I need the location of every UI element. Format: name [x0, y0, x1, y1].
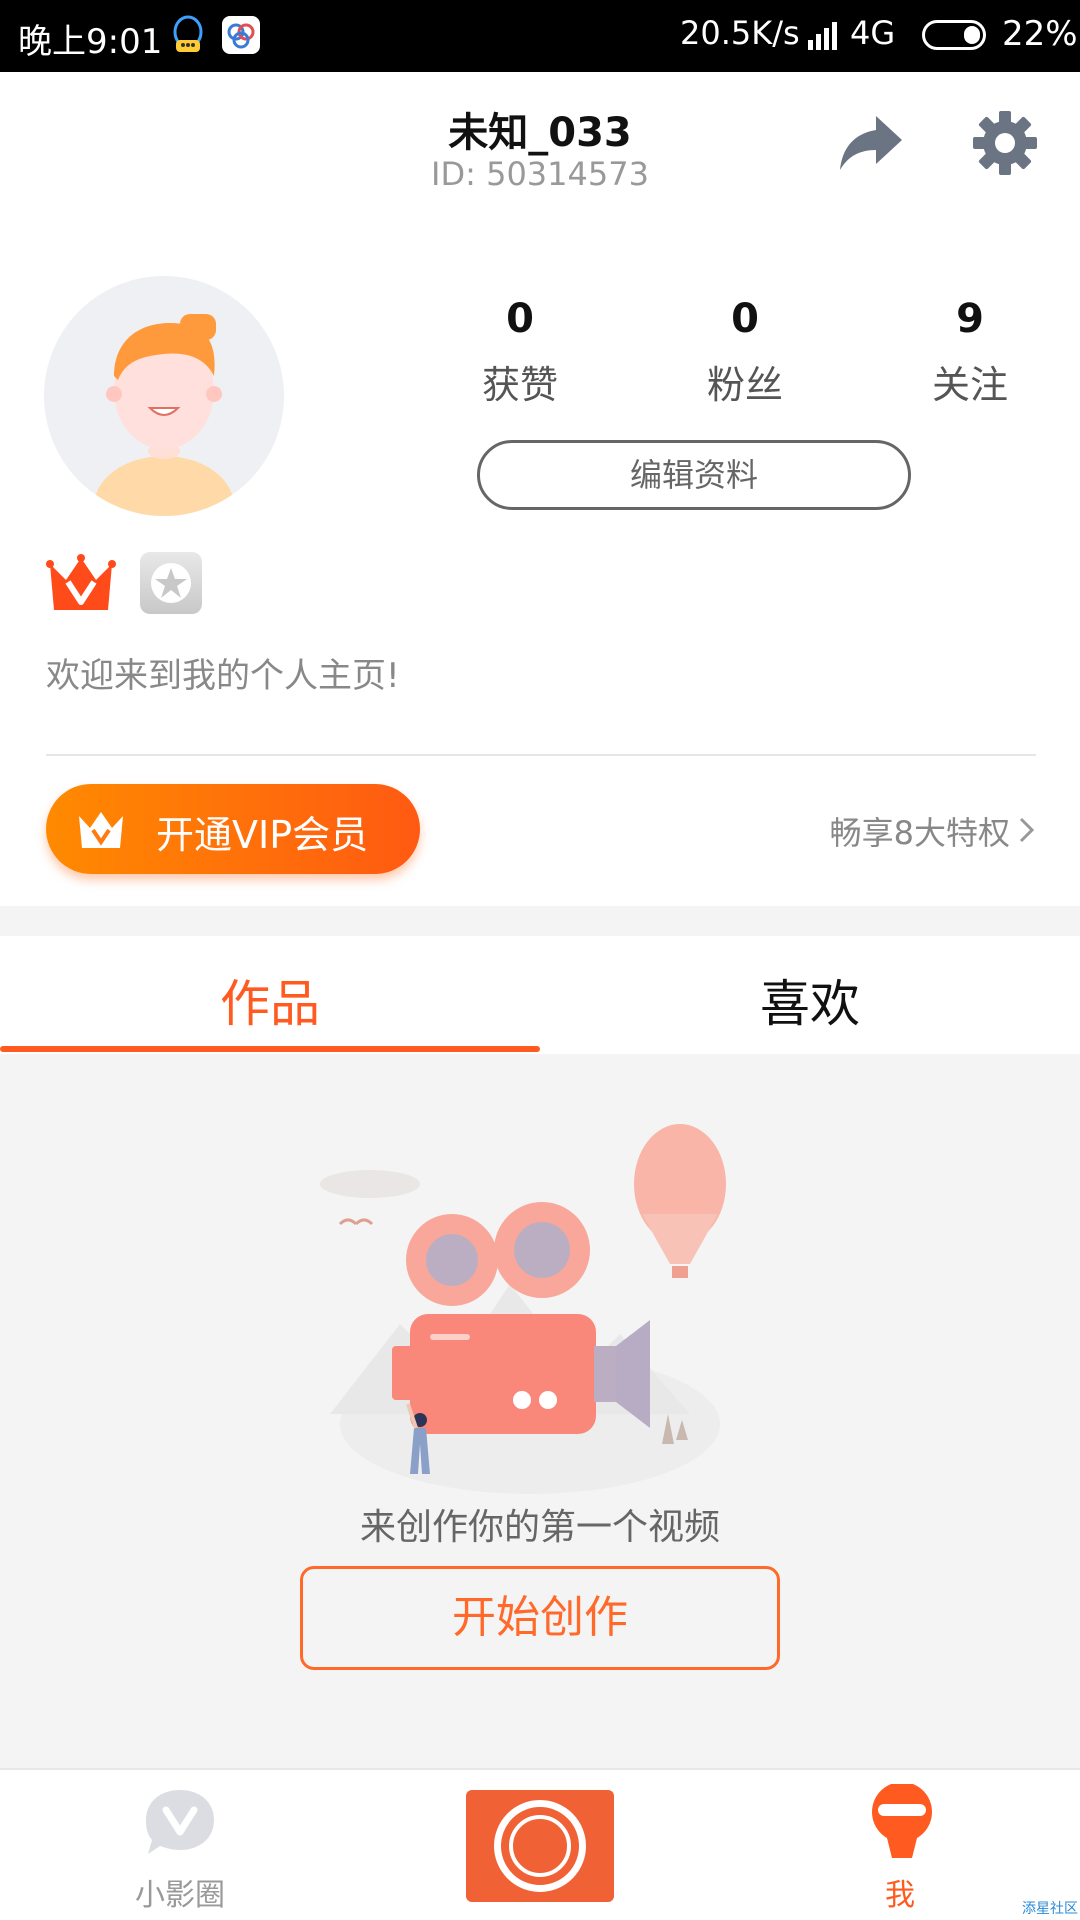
- section-gap: [0, 906, 1080, 936]
- vip-crown-icon[interactable]: [46, 552, 116, 614]
- chevron-right-icon: [1018, 814, 1036, 852]
- start-creating-button[interactable]: 开始创作: [300, 1566, 780, 1670]
- open-vip-button[interactable]: 开通VIP会员: [46, 784, 420, 874]
- divider: [46, 754, 1036, 756]
- crown-icon: [79, 812, 123, 848]
- stat-fans-value: 0: [731, 296, 759, 342]
- record-button[interactable]: [466, 1790, 614, 1902]
- app-icon: [222, 16, 260, 54]
- avatar[interactable]: [44, 276, 284, 516]
- content-tabs: 作品 喜欢: [0, 936, 1080, 1054]
- user-id: ID: 50314573: [431, 155, 649, 193]
- gear-icon[interactable]: [970, 108, 1040, 178]
- status-bar: 晚上9:01 20.5K/s 4G 22%: [0, 0, 1080, 72]
- stat-fans[interactable]: 0 粉丝: [655, 296, 835, 409]
- share-icon[interactable]: [836, 110, 906, 176]
- star-icon: [151, 563, 191, 603]
- nav-me-label[interactable]: 我: [820, 1870, 980, 1914]
- stat-following-value: 9: [956, 296, 984, 342]
- status-time: 晚上9:01: [18, 22, 163, 62]
- signal-icon: [808, 22, 837, 50]
- empty-state-message: 来创作你的第一个视频: [359, 1507, 720, 1548]
- tab-indicator: [0, 1046, 540, 1052]
- battery-icon: [922, 20, 986, 50]
- battery-percent: 22%: [1002, 14, 1078, 54]
- watermark: 添星社区: [1022, 1901, 1078, 1917]
- nav-circle-label[interactable]: 小影圈: [100, 1870, 260, 1914]
- star-badge[interactable]: [140, 552, 202, 614]
- stat-likes[interactable]: 0 获赞: [430, 296, 610, 409]
- vip-perks-label: 畅享8大特权: [829, 814, 1010, 852]
- username: 未知_033: [448, 110, 632, 156]
- stat-likes-value: 0: [506, 296, 534, 342]
- record-inner-ring: [509, 1815, 571, 1877]
- stat-following[interactable]: 9 关注: [880, 296, 1060, 409]
- video-camera-illustration: [320, 1124, 726, 1494]
- vip-button-label: 开通VIP会员: [156, 813, 369, 857]
- vip-perks-link[interactable]: 畅享8大特权: [830, 808, 1036, 854]
- stat-following-label: 关注: [931, 363, 1008, 407]
- works-empty-state: 来创作你的第一个视频 开始创作: [0, 1054, 1080, 1768]
- avatar-illustration: [94, 314, 234, 516]
- stat-fans-label: 粉丝: [706, 363, 783, 407]
- edit-profile-button[interactable]: 编辑资料: [477, 440, 911, 510]
- me-icon[interactable]: [868, 1784, 936, 1860]
- network-type: 4G: [850, 14, 896, 52]
- tab-works[interactable]: 作品: [0, 964, 540, 1036]
- bottom-nav: 小影圈 我 添星社区: [0, 1768, 1080, 1920]
- profile-stats: 0 获赞 0 粉丝 9 关注: [430, 296, 1030, 409]
- network-speed: 20.5K/s: [680, 14, 800, 52]
- v-circle-icon[interactable]: [142, 1786, 218, 1858]
- stat-likes-label: 获赞: [481, 363, 558, 407]
- qq-icon: [173, 15, 203, 52]
- tab-likes[interactable]: 喜欢: [540, 964, 1080, 1036]
- bio-text: 欢迎来到我的个人主页!: [46, 656, 400, 696]
